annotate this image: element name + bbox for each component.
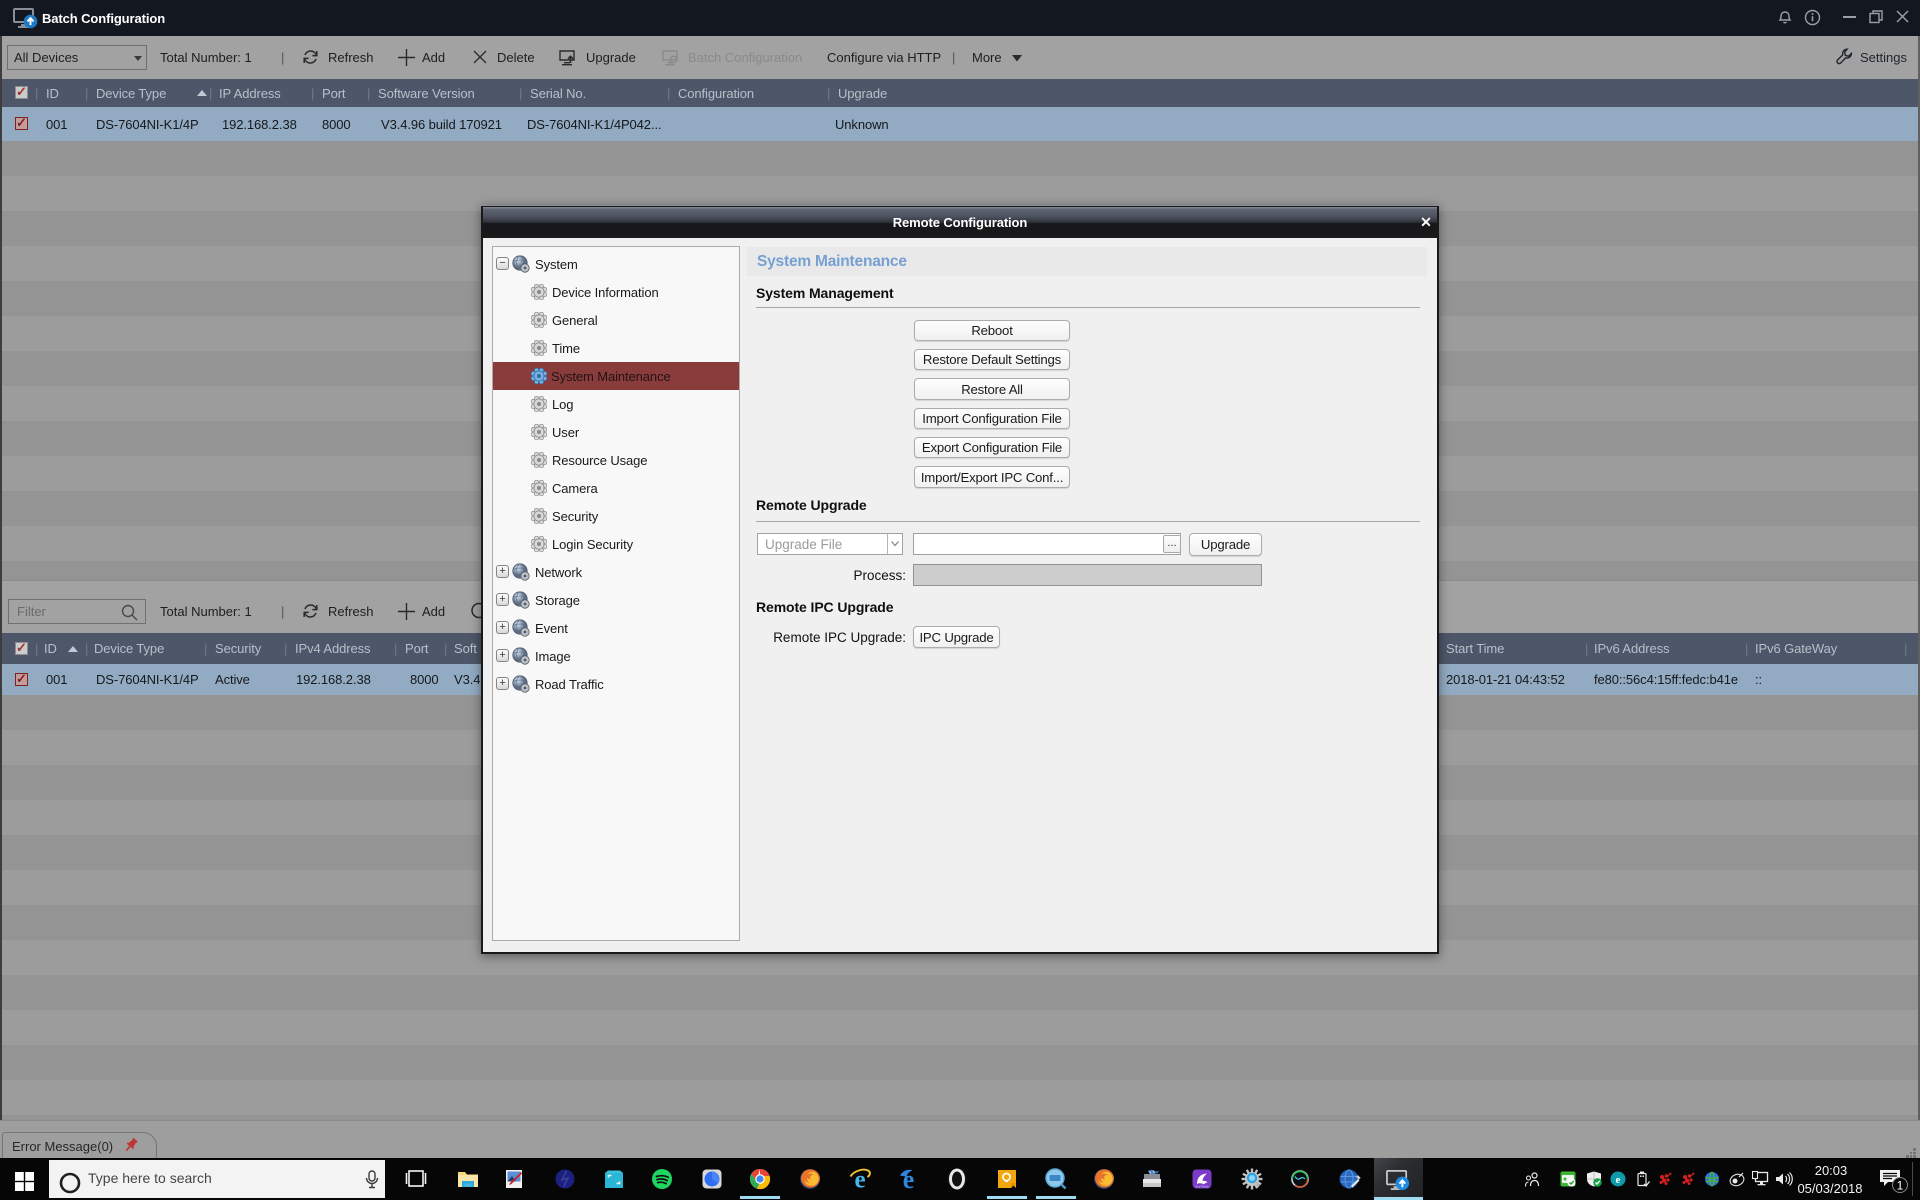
svg-text:1: 1 bbox=[1897, 1179, 1904, 1193]
svg-text:SysTweak: SysTweak bbox=[1195, 1185, 1209, 1189]
svg-text:e: e bbox=[1616, 1174, 1621, 1186]
